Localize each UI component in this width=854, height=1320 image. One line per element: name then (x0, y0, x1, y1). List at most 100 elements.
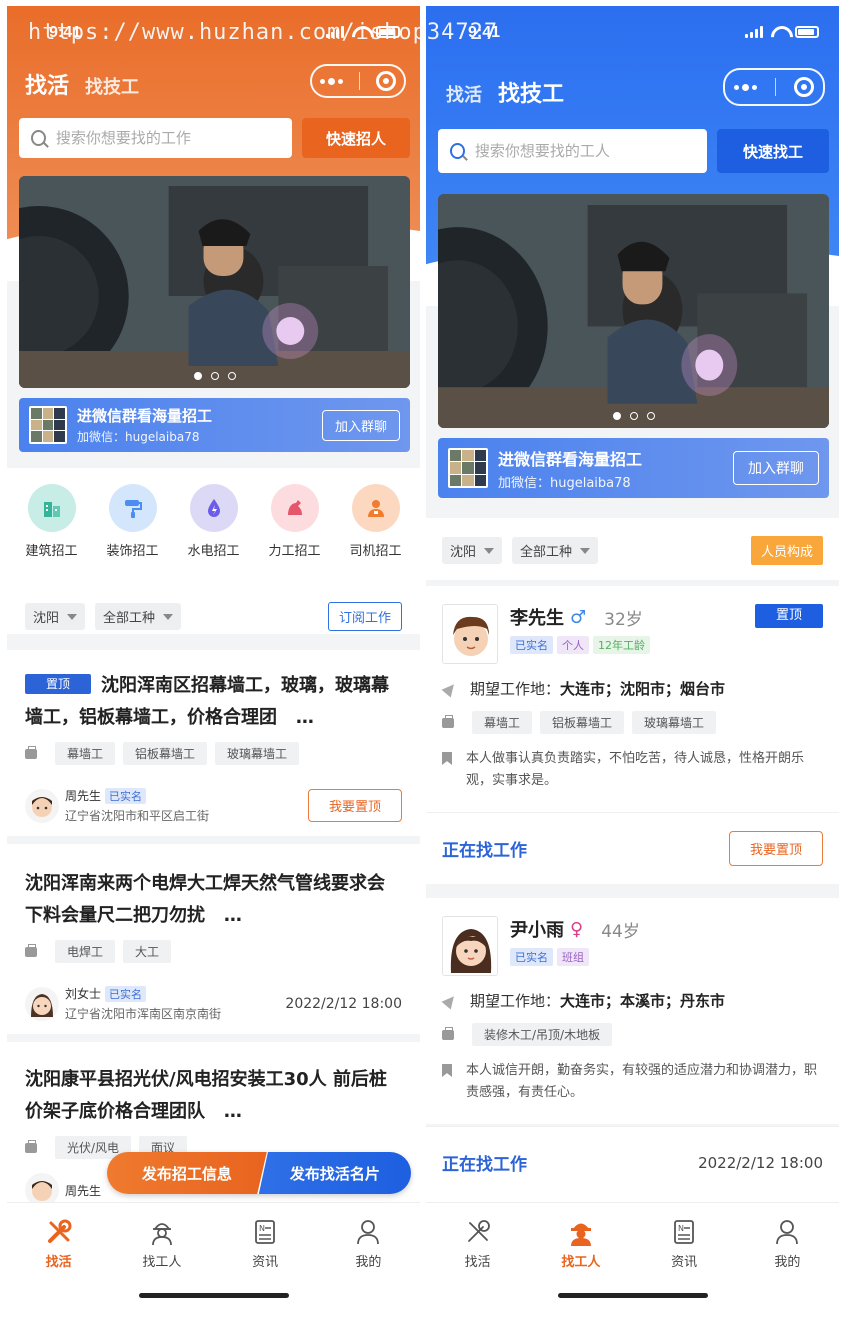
search-input[interactable] (55, 129, 292, 147)
news-icon: N (669, 1217, 699, 1247)
category-driver[interactable]: 司机招工 (337, 484, 415, 559)
chevron-down-icon (67, 613, 78, 620)
wifi-icon (771, 26, 787, 38)
worker-age: 44岁 (601, 921, 640, 942)
wechat-banner-title: 进微信群看海量招工 (498, 449, 643, 469)
tab-find-worker[interactable]: 找技工 (498, 76, 564, 108)
worker-helmet-icon (566, 1217, 596, 1247)
worktype-filter[interactable]: 全部工种 (95, 603, 182, 630)
join-group-button[interactable]: 加入群聊 (321, 409, 400, 441)
close-target-icon[interactable] (376, 71, 396, 91)
more-icon[interactable] (734, 83, 757, 91)
quick-find-button[interactable]: 快速找工 (717, 129, 829, 173)
subscribe-button[interactable]: 订阅工作 (327, 602, 402, 631)
search-box[interactable] (438, 129, 707, 173)
briefcase-icon (442, 714, 454, 728)
job-card[interactable]: 置顶 沈阳浑南区招幕墙工，玻璃，玻璃幕墙工，铝板幕墙工，价格合理团 … 幕墙工 铝… (7, 650, 420, 836)
pin-to-top-button[interactable]: 我要置顶 (307, 789, 402, 822)
tabbar-label: 我的 (774, 1255, 801, 1270)
worker-tags: 幕墙工 铝板幕墙工 玻璃幕墙工 (442, 711, 823, 734)
carousel-dots (19, 372, 410, 380)
wechat-banner-sub: 加微信：hugelaiba78 (498, 475, 631, 491)
worker-main: 李先生 ♂ 32岁 已实名 个人 12年工龄 (510, 604, 755, 654)
worker-card[interactable]: 李先生 ♂ 32岁 已实名 个人 12年工龄 置顶 期望工作地： 大连市；沈阳市… (426, 586, 839, 812)
worker-header: 尹小雨 ♀ 44岁 已实名 班组 (442, 898, 823, 976)
carousel-dot[interactable] (612, 412, 621, 420)
city-filter[interactable]: 沈阳 (442, 537, 503, 564)
poster-name: 刘女士 已实名 (65, 985, 285, 1002)
carousel-dot[interactable] (210, 372, 219, 380)
avatar (25, 986, 59, 1021)
carousel-dot[interactable] (193, 372, 202, 380)
category-plumbing-electric[interactable]: 水电招工 (175, 484, 253, 559)
pinned-badge: 置顶 (25, 674, 91, 694)
tab-find-worker[interactable]: 找技工 (85, 73, 139, 99)
tabbar-find-work[interactable]: 找活 (19, 1217, 99, 1270)
tabbar-find-worker[interactable]: 找工人 (541, 1217, 621, 1270)
tabbar-mine[interactable]: 我的 (328, 1217, 408, 1270)
verified-badge: 已实名 (510, 636, 553, 654)
search-box[interactable] (19, 118, 292, 158)
poster-name-text: 周先生 (65, 789, 102, 803)
briefcase-icon (25, 1139, 37, 1153)
tabbar-find-work[interactable]: 找活 (438, 1217, 518, 1270)
post-time: 2022/2/12 18:00 (698, 1153, 823, 1172)
carousel-dot[interactable] (646, 412, 655, 420)
top-tabs: 找活 找技工 (446, 76, 564, 108)
city-filter[interactable]: 沈阳 (25, 603, 86, 630)
tabbar-label: 找工人 (142, 1255, 182, 1270)
search-row: 快速找工 (438, 129, 829, 173)
type-badge: 班组 (557, 948, 589, 966)
tab-find-work[interactable]: 找活 (25, 68, 69, 100)
quick-hire-button[interactable]: 快速招人 (302, 118, 410, 158)
post-job-button[interactable]: 发布招工信息 (107, 1152, 267, 1194)
category-label: 司机招工 (349, 544, 402, 559)
carousel-dots (438, 412, 829, 420)
banner-carousel[interactable] (19, 176, 410, 388)
pin-to-top-button[interactable]: 我要置顶 (728, 831, 823, 866)
pinned-badge: 置顶 (755, 604, 823, 628)
worker-helmet-icon (147, 1217, 177, 1247)
job-title-ellipsis: … (223, 905, 242, 926)
tab-find-work[interactable]: 找活 (446, 81, 482, 107)
tabbar-find-worker[interactable]: 找工人 (122, 1217, 202, 1270)
banner-carousel[interactable] (438, 194, 829, 428)
people-composition-button[interactable]: 人员构成 (750, 536, 823, 565)
tabbar-mine[interactable]: 我的 (747, 1217, 827, 1270)
wechat-group-banner[interactable]: 进微信群看海量招工 加微信：hugelaiba78 加入群聊 (438, 438, 829, 498)
search-input[interactable] (474, 142, 707, 160)
category-label: 力工招工 (268, 544, 321, 559)
more-icon[interactable] (320, 77, 343, 85)
verified-badge: 已实名 (105, 788, 147, 804)
filter-row: 沈阳 全部工种 订阅工作 (7, 602, 420, 631)
category-construction[interactable]: 建筑招工 (13, 484, 91, 559)
wechat-group-banner[interactable]: 进微信群看海量招工 加微信：hugelaiba78 加入群聊 (19, 398, 410, 452)
chevron-down-icon (163, 613, 174, 620)
worker-card[interactable]: 尹小雨 ♀ 44岁 已实名 班组 期望工作地： 大连市；本溪市；丹东市 装修木工… (426, 898, 839, 1124)
home-indicator (138, 1293, 289, 1298)
category-section: 建筑招工 装饰招工 水电招工 力工招工 司机招工 (7, 468, 420, 592)
banner-welder-image (438, 194, 829, 428)
worker-header: 李先生 ♂ 32岁 已实名 个人 12年工龄 置顶 (442, 586, 823, 664)
close-target-icon[interactable] (794, 77, 814, 97)
category-label: 水电招工 (187, 544, 240, 559)
worker-age: 32岁 (604, 609, 643, 630)
job-card[interactable]: 沈阳浑南来两个电焊大工焊天然气管线要求会下料会量尺二把刀勿扰 … 电焊工 大工 … (7, 844, 420, 1034)
category-labor[interactable]: 力工招工 (256, 484, 334, 559)
job-title: 置顶 沈阳浑南区招幕墙工，玻璃，玻璃幕墙工，铝板幕墙工，价格合理团 … (25, 670, 402, 734)
location-value: 大连市；沈阳市；烟台市 (560, 680, 726, 698)
job-tags: 幕墙工 铝板幕墙工 玻璃幕墙工 (25, 742, 402, 765)
job-tags: 电焊工 大工 (25, 940, 402, 963)
tabbar-news[interactable]: N 资讯 (644, 1217, 724, 1270)
category-decoration[interactable]: 装饰招工 (94, 484, 172, 559)
capsule-divider (359, 72, 360, 90)
battery-icon (795, 26, 819, 38)
worker-name: 李先生 (510, 608, 564, 629)
worktype-filter[interactable]: 全部工种 (512, 537, 599, 564)
poster-info: 周先生 已实名 辽宁省沈阳市和平区启工街 (65, 787, 308, 824)
carousel-dot[interactable] (227, 372, 236, 380)
join-group-button[interactable]: 加入群聊 (733, 451, 819, 485)
post-resume-button[interactable]: 发布找活名片 (258, 1152, 411, 1194)
tabbar-news[interactable]: N 资讯 (225, 1217, 305, 1270)
carousel-dot[interactable] (629, 412, 638, 420)
